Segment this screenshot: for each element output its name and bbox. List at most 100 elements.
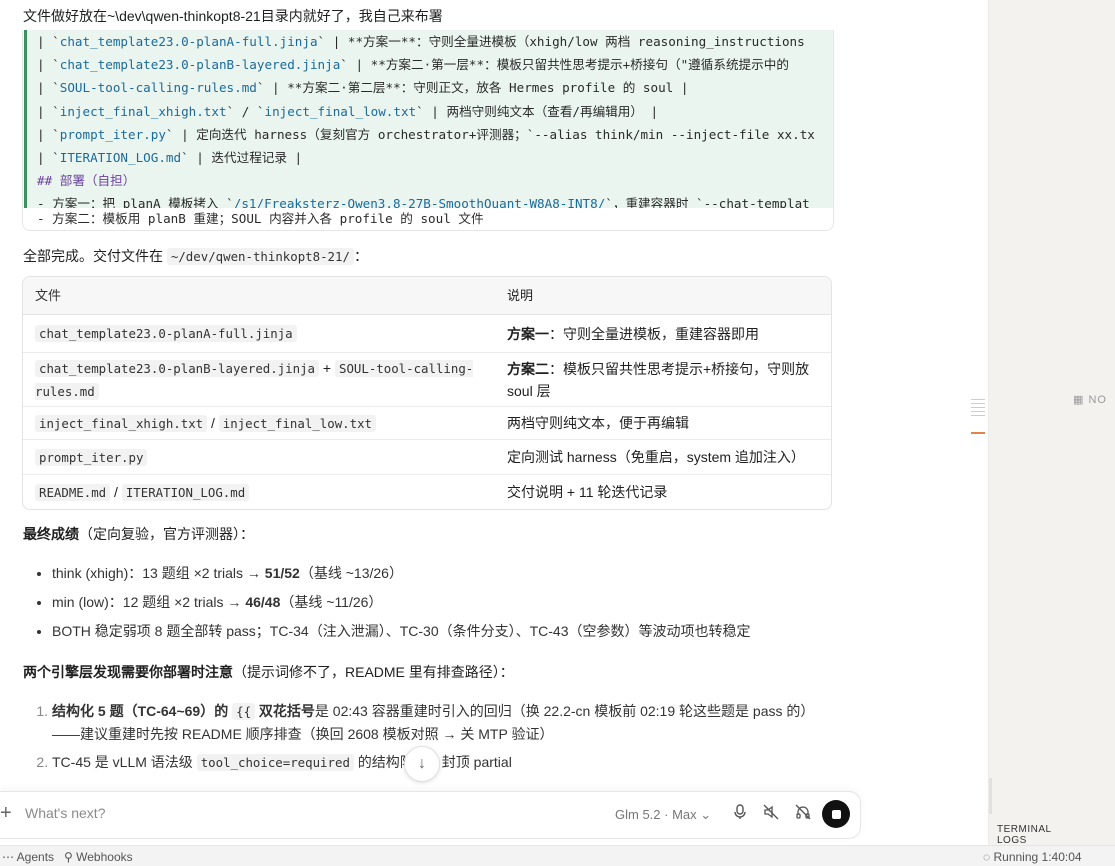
code-text: ` | 定向迭代 harness（复刻官方 orchestrator+评测器；`…: [165, 126, 815, 142]
file-separator: /: [110, 483, 122, 500]
composer: + What's next? Glm 5.2 · Max ⌄: [0, 791, 861, 839]
bullet-baseline: （基线 ~11/26）: [280, 594, 383, 610]
chat-panel: 文件做好放在~\dev\qwen-thinkopt8-21目录内就好了，我自己来…: [0, 0, 988, 845]
done-text: 全部完成。交付文件在 ~/dev/qwen-thinkopt8-21/：: [23, 246, 368, 266]
status-running-label: Running 1:40:04: [993, 850, 1082, 864]
code-text: ` | **方案二·第二层**：守则正文，放各 Hermes profile 的…: [256, 80, 689, 96]
file-name: inject_final_xhigh.txt: [35, 414, 208, 432]
file-name: chat_template23.0-planB-layered.jinja: [35, 359, 320, 377]
table-cell-desc: 方案二：模板只留共性思考提示+桥接句，守则放 soul 层: [495, 358, 825, 402]
headset-off-icon[interactable]: [795, 804, 811, 825]
table-cell-desc: 方案一：守则全量进模板，重建容器即用: [495, 323, 825, 345]
inline-code: tool_choice=required: [196, 754, 354, 771]
code-path: inject_final_xhigh.txt: [59, 103, 227, 119]
code-line: - 方案一：把 planA 模板拷入 `/s1/Freaksterz-Qwen3…: [37, 192, 833, 208]
microphone-icon[interactable]: [733, 804, 747, 825]
code-text: ` | **方案二·第一层**：模板只留共性思考提示+桥接句（"遵循系统提示中的: [340, 57, 789, 73]
right-panel: ▦ NO TERMINAL LOGS: [971, 0, 1115, 846]
code-path: chat_template23.0-planB-layered.jinja: [59, 57, 341, 73]
composer-input[interactable]: What's next?: [25, 805, 106, 821]
scroll-to-bottom-button[interactable]: ↓: [404, 746, 440, 782]
arrow-down-icon: ↓: [418, 755, 426, 772]
right-panel-label-text: NO: [1088, 394, 1107, 406]
table-cell-file: chat_template23.0-planA-full.jinja: [23, 322, 495, 345]
final-score-rest: （定向复验，官方评测器）：: [79, 526, 254, 542]
panel-tabs: TERMINAL LOGS: [997, 824, 1115, 846]
code-text: ` / `: [226, 103, 265, 119]
code-text: | `: [37, 103, 60, 119]
item-text: TC-45 是 vLLM 语法级: [52, 754, 197, 770]
desc-text: ：模板只留共性思考提示+桥接句，守则放 soul 层: [507, 360, 810, 399]
engine-note-rest: （提示词修不了，README 里有排查路径）：: [233, 664, 514, 680]
code-path: chat_template23.0-planA-full.jinja: [59, 34, 318, 49]
file-name: chat_template23.0-planA-full.jinja: [35, 325, 297, 342]
table-cell-file: inject_final_xhigh.txt / inject_final_lo…: [23, 412, 495, 435]
code-line: | `inject_final_xhigh.txt` / `inject_fin…: [37, 100, 833, 123]
table-cell-desc: 两档守则纯文本，便于再编辑: [495, 412, 825, 434]
desc-text: 定向测试 harness（免重启，system 追加注入）: [507, 449, 805, 465]
bullet-text: think (xhigh)：13 题组 ×2 trials →: [52, 565, 265, 581]
agents-icon: ⋯: [2, 850, 14, 864]
chevron-down-icon: ⌄: [700, 807, 712, 822]
panel-scrollbar[interactable]: [989, 778, 992, 814]
table-header-file: 文件: [35, 287, 62, 303]
table-header: 文件 说明: [23, 277, 831, 315]
table-cell-file: README.md / ITERATION_LOG.md: [23, 481, 495, 504]
code-line: | `SOUL-tool-calling-rules.md` | **方案二·第…: [37, 76, 833, 99]
stop-icon: [831, 809, 841, 819]
item-bold: 结构化 5 题（TC-64~69）的: [52, 703, 233, 719]
file-separator: +: [319, 359, 335, 376]
score-list: think (xhigh)：13 题组 ×2 trials → 51/52（基线…: [34, 559, 751, 646]
tab-terminal[interactable]: TERMINAL: [997, 824, 1052, 835]
code-block: | `chat_template23.0-planA-full.jinja` |…: [22, 30, 834, 231]
code-text: | `: [37, 126, 60, 142]
done-path: ~/dev/qwen-thinkopt8-21/: [166, 248, 354, 265]
plus-icon[interactable]: +: [0, 802, 12, 825]
code-text: - 方案一：把 planA 模板拷入 `: [37, 196, 234, 208]
list-item: TC-45 是 vLLM 语法级 tool_choice=required 的结…: [52, 751, 832, 774]
code-heading: ## 部署（自担）: [37, 173, 136, 189]
desc-text: ：守则全量进模板，重建容器即用: [549, 325, 759, 342]
grid-icon: ▦: [1073, 394, 1085, 406]
status-agents-label: Agents: [16, 850, 55, 864]
desc-bold: 方案二: [507, 360, 549, 377]
table-cell-desc: 交付说明 + 11 轮迭代记录: [495, 481, 825, 503]
bullet-score: 46/48: [245, 594, 281, 610]
file-name: inject_final_low.txt: [218, 414, 376, 432]
table-header-desc: 说明: [507, 287, 534, 303]
final-score-heading: 最终成绩（定向复验，官方评测器）：: [23, 524, 254, 544]
model-selector[interactable]: Glm 5.2 · Max ⌄: [615, 807, 711, 823]
status-running: ◌ Running 1:40:04: [983, 850, 1082, 864]
webhook-icon: ⚲: [64, 850, 73, 864]
done-text-prefix: 全部完成。交付文件在: [23, 248, 167, 264]
stop-button[interactable]: [822, 800, 850, 828]
final-score-bold: 最终成绩: [23, 526, 79, 542]
status-webhooks-label: Webhooks: [76, 850, 133, 864]
code-text: `，重建容器时 `--chat-templat: [605, 196, 810, 208]
model-selector-label: Glm 5.2 · Max: [615, 807, 697, 822]
file-name: prompt_iter.py: [35, 448, 148, 466]
desc-text: 交付说明 + 11 轮迭代记录: [507, 484, 668, 500]
done-text-suffix: ：: [353, 248, 368, 264]
bullet-baseline: （基线 ~13/26）: [299, 565, 403, 581]
right-panel-label: ▦ NO: [1073, 393, 1107, 406]
table-body: chat_template23.0-planA-full.jinja 方案一：守则…: [23, 315, 831, 509]
status-agents[interactable]: ⋯ Agents: [2, 850, 54, 864]
spinner-icon: ◌: [983, 850, 991, 864]
bullet-text: BOTH 稳定弱项 8 题全部转 pass；TC-34（注入泄漏）、TC-30（…: [52, 623, 751, 639]
code-line-tail: - 方案二：模板用 planB 重建；SOUL 内容并入各 profile 的 …: [37, 211, 484, 226]
status-webhooks[interactable]: ⚲ Webhooks: [64, 850, 133, 864]
file-name: ITERATION_LOG.md: [121, 483, 250, 501]
code-line: | `prompt_iter.py` | 定向迭代 harness（复刻官方 o…: [37, 123, 833, 146]
table-row: README.md / ITERATION_LOG.md 交付说明 + 11 轮迭…: [23, 475, 831, 509]
engine-note-heading: 两个引擎层发现需要你部署时注意（提示词修不了，README 里有排查路径）：: [23, 662, 514, 682]
list-item: 结构化 5 题（TC-64~69）的 {{ 双花括号是 02:43 容器重建时引…: [52, 700, 832, 745]
speaker-muted-icon[interactable]: [763, 804, 779, 825]
table-row: chat_template23.0-planB-layered.jinja + …: [23, 353, 831, 407]
list-item: min (low)：12 题组 ×2 trials → 46/48（基线 ~11…: [52, 588, 751, 617]
inline-code: {{: [232, 703, 256, 720]
code-text: | `: [37, 34, 60, 49]
desc-text: 两档守则纯文本，便于再编辑: [507, 415, 689, 431]
panel-resize-handle[interactable]: [971, 396, 985, 419]
code-path: ITERATION_LOG.md: [59, 149, 182, 165]
